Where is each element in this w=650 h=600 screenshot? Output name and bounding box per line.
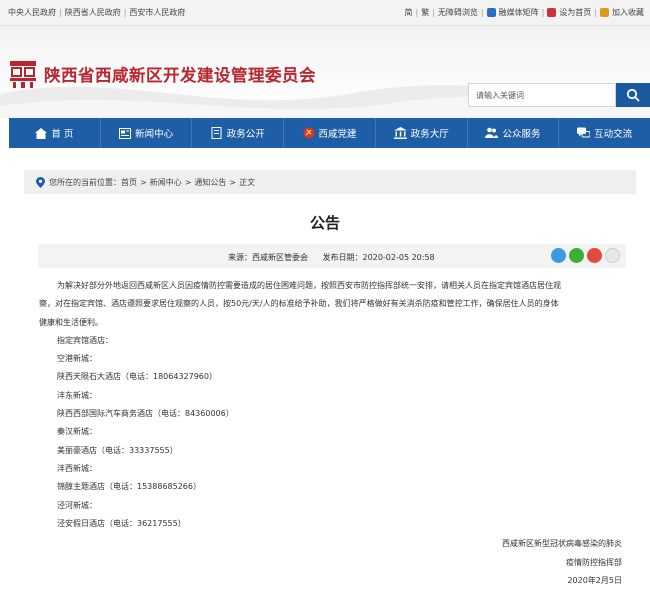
nav-party-label: 西咸党建 (318, 129, 357, 140)
location-pin-icon (36, 176, 45, 188)
hall-icon (393, 127, 407, 139)
home-icon (35, 127, 48, 139)
nav-public-service-label: 公众服务 (502, 129, 541, 140)
breadcrumb-home[interactable]: 首页 (121, 177, 137, 188)
accessibility-link[interactable]: 无障碍浏览 (438, 7, 478, 18)
paragraph-line: 健康和生活便利。 (39, 317, 103, 327)
district-name: 秦汉新城： (57, 427, 97, 437)
article-meta: 来源：西咸新区管委会 发布日期：2020-02-05 20:58 (38, 244, 626, 268)
search-bar: 请输入关键词 (468, 83, 650, 107)
news-icon (119, 127, 132, 139)
gov-links: 中央人民政府 | 陕西省人民政府 | 西安市人民政府 (8, 7, 186, 18)
add-favorite-link[interactable]: 加入收藏 (612, 7, 644, 18)
nav-public-service[interactable]: 公众服务 (468, 118, 560, 148)
article-body: 为解决好部分外地返回西咸新区人员因疫情防控需要造成的居住困难问题，按照西安市防控… (39, 277, 625, 533)
breadcrumb-separator: > (184, 177, 192, 187)
top-tools: 简 | 繁 | 无障碍浏览 | 融媒体矩阵 | 设为首页 | 加入收藏 (404, 7, 644, 18)
search-icon (626, 88, 640, 102)
qq-icon[interactable] (551, 248, 566, 263)
breadcrumb-prefix: 您所在的当前位置： (49, 177, 121, 187)
media-icon (486, 8, 496, 17)
nav-hall-label: 政务大厅 (410, 129, 449, 140)
breadcrumb-news[interactable]: 新闻中心 (150, 177, 182, 188)
breadcrumb: 您所在的当前位置： 首页 > 新闻中心 > 通知公告 > 正文 (24, 170, 636, 194)
hotel-entry: 陕西天陨石大酒店（电话：18064327960） (57, 372, 217, 382)
media-matrix-link[interactable]: 融媒体矩阵 (499, 7, 539, 18)
star-icon (600, 8, 609, 17)
signature-date: 2020年2月5日 (567, 576, 622, 585)
district-name: 沣东新城： (57, 390, 97, 400)
set-homepage-link[interactable]: 设为首页 (559, 7, 591, 18)
document-icon (211, 127, 222, 139)
search-input[interactable]: 请输入关键词 (468, 83, 616, 107)
hotel-list-heading: 指定宾馆酒店： (57, 335, 113, 345)
main-nav: 首 页 新闻中心 政务公开 西咸党建 政务大厅 公众服务 互动交流 (9, 118, 650, 148)
nav-news-label: 新闻中心 (135, 129, 174, 140)
nav-gov-affairs[interactable]: 政务公开 (192, 118, 285, 148)
nav-news[interactable]: 新闻中心 (101, 118, 193, 148)
simplified-link[interactable]: 简 (404, 7, 412, 18)
home-icon (547, 8, 557, 17)
wechat-icon[interactable] (569, 248, 584, 263)
people-icon (485, 127, 499, 138)
top-bar: 中央人民政府 | 陕西省人民政府 | 西安市人民政府 简 | 繁 | 无障碍浏览… (0, 0, 650, 26)
hotel-entry: 陕西西部国际汽车商务酒店（电话：84360006） (57, 409, 234, 419)
gov-link-province[interactable]: 陕西省人民政府 (65, 7, 121, 18)
paragraph-line: 为解决好部分外地返回西咸新区人员因疫情防控需要造成的居住困难问题，按照西安市防控… (57, 281, 561, 290)
hotel-entry: 泾安假日酒店（电话：36217555） (57, 518, 186, 528)
hotel-entry: 锦醇主题酒店（电话：15388685266） (57, 482, 201, 492)
breadcrumb-notices[interactable]: 通知公告 (194, 177, 226, 188)
district-name: 空港新城： (57, 354, 97, 364)
breadcrumb-separator: > (229, 177, 237, 187)
signature-org-2: 疫情防控指挥部 (566, 558, 622, 567)
weibo-icon[interactable] (587, 248, 602, 263)
district-name: 沣西新城： (57, 463, 97, 473)
nav-home[interactable]: 首 页 (9, 118, 101, 148)
gov-link-central[interactable]: 中央人民政府 (8, 7, 56, 18)
copy-icon[interactable] (605, 248, 620, 263)
site-logo (10, 61, 36, 88)
search-button[interactable] (616, 83, 650, 107)
hotel-entry: 美丽豪酒店（电话：33337555） (57, 445, 178, 455)
breadcrumb-current: 正文 (239, 177, 256, 187)
district-name: 泾河新城： (57, 500, 97, 510)
chat-icon (577, 127, 591, 138)
nav-interaction[interactable]: 互动交流 (559, 118, 650, 148)
gov-link-city[interactable]: 西安市人民政府 (129, 7, 185, 18)
nav-party[interactable]: 西咸党建 (284, 118, 376, 148)
article-title: 公告 (309, 214, 340, 232)
article-date: 发布日期：2020-02-05 20:58 (322, 253, 435, 262)
article-source: 来源：西咸新区管委会 (228, 253, 308, 262)
header-banner: 陕西省西咸新区开发建设管理委员会 请输入关键词 (0, 26, 650, 118)
nav-gov-affairs-label: 政务公开 (226, 129, 265, 140)
traditional-link[interactable]: 繁 (421, 7, 429, 18)
nav-interaction-label: 互动交流 (594, 129, 633, 140)
signature-org-1: 西咸新区新型冠状病毒感染的肺炎 (502, 539, 622, 548)
party-icon (303, 127, 314, 139)
nav-hall[interactable]: 政务大厅 (376, 118, 468, 148)
nav-home-label: 首 页 (51, 129, 74, 140)
breadcrumb-separator: > (140, 177, 147, 187)
paragraph-line: 察，对在指定宾馆、酒店遵照要求居住观察的人员，按50元/天/人的标准给予补助，我… (39, 299, 559, 309)
share-bar (548, 248, 620, 263)
site-title: 陕西省西咸新区开发建设管理委员会 (44, 66, 316, 85)
